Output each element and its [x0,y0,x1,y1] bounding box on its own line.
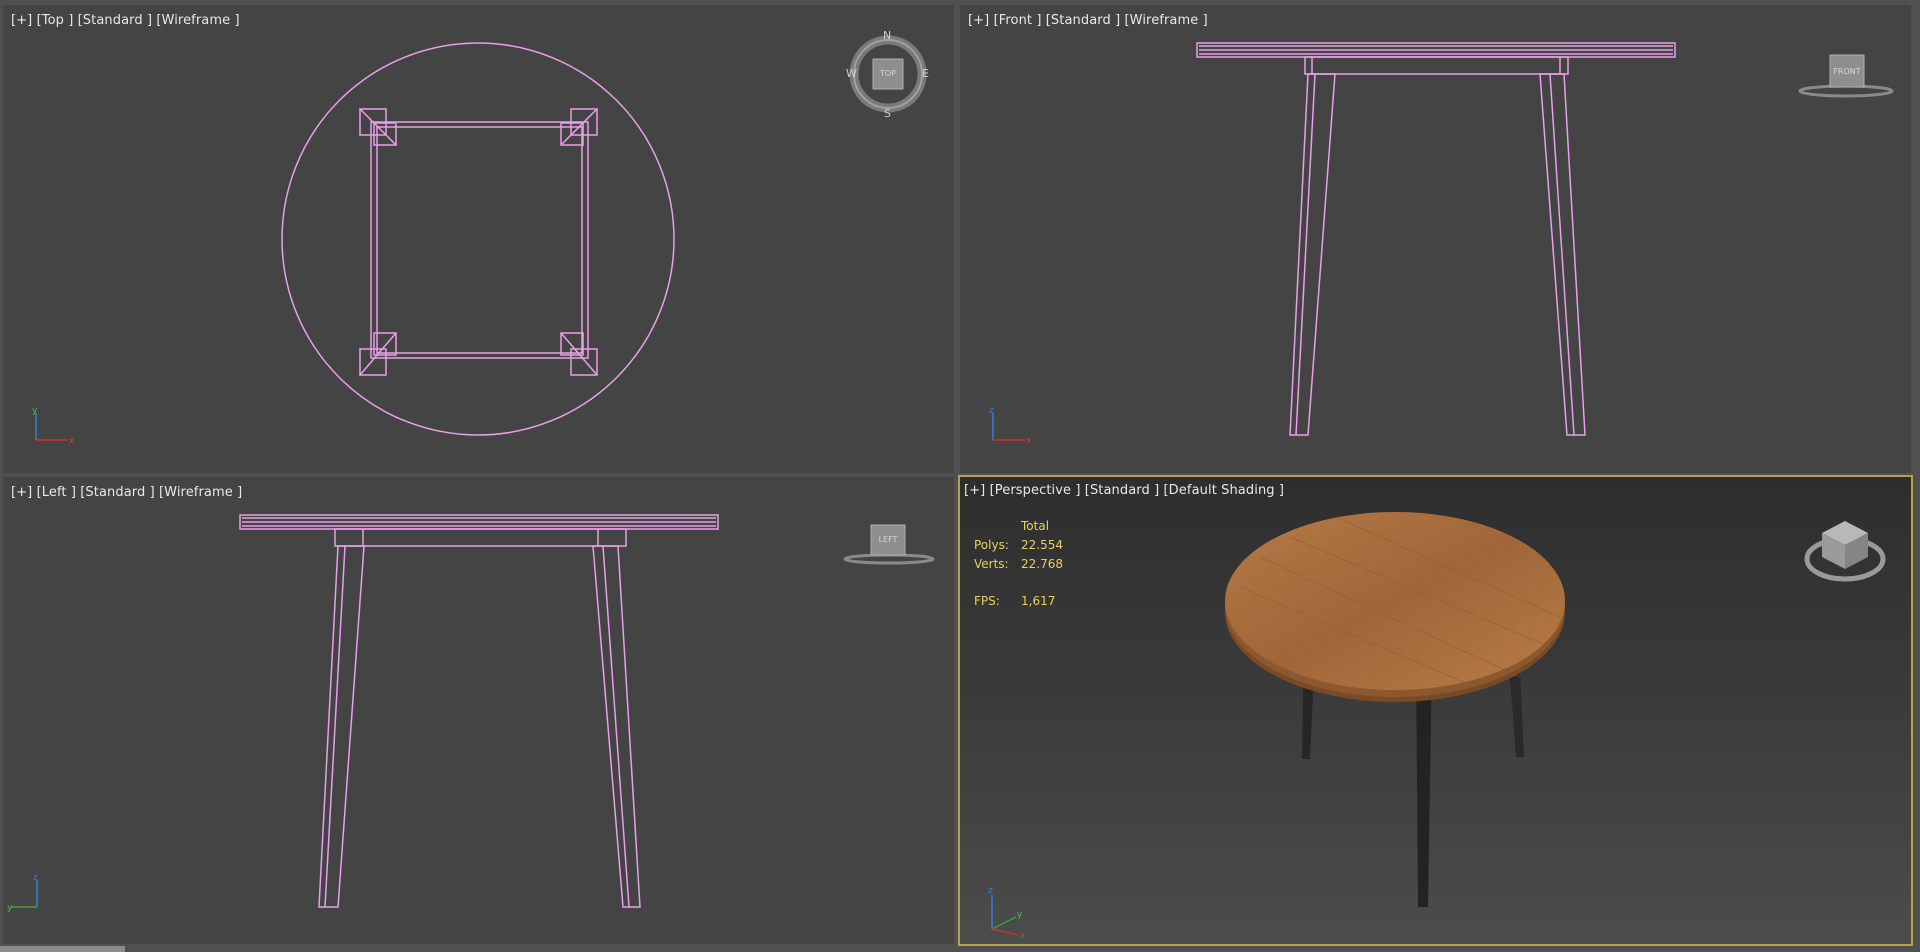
viewcube-front[interactable]: FRONT [1796,51,1896,101]
viewcube-perspective[interactable] [1802,511,1888,587]
axis-tripod-icon: z y x [988,886,1026,939]
left-wireframe-table [239,514,719,908]
axis-tripod-icon: z x [989,406,1032,446]
compass-n-label: N [883,29,892,42]
compass-s-label: S [884,107,891,120]
svg-text:y: y [1017,910,1023,920]
svg-text:y: y [32,406,38,416]
viewcube-icon [1798,54,1894,98]
status-bar-strip [0,946,125,952]
svg-text:z: z [988,886,993,896]
viewcube-left[interactable]: LEFT [841,523,937,567]
viewport-left[interactable]: [+] [Left ] [Standard ] [Wireframe ] LEF… [3,477,954,944]
svg-text:x: x [1026,436,1032,446]
svg-text:z: z [989,406,994,416]
front-wireframe-table [1196,42,1676,436]
svg-text:x: x [1020,931,1026,939]
viewcube-top[interactable]: TOP N S W E [846,27,930,121]
compass-w-label: W [846,67,857,80]
axis-tripod-icon: y x [32,406,75,446]
viewcube-icon [843,524,935,565]
svg-text:y: y [7,903,13,913]
top-wireframe-table [281,42,675,436]
viewport-front[interactable]: [+] [Front ] [Standard ] [Wireframe ] FR… [960,5,1911,473]
compass-e-label: E [922,67,929,80]
viewport-top[interactable]: [+] [Top ] [Standard ] [Wireframe ] TOP … [3,5,954,473]
viewcube-face-label: FRONT [1833,67,1861,76]
svg-text:z: z [33,873,38,883]
viewport-perspective[interactable]: [+] [Perspective ] [Standard ] [Default … [958,475,1913,946]
axis-tripod-icon: z y [7,873,38,913]
viewcube-3d-icon [1804,521,1886,582]
svg-text:x: x [69,436,75,446]
viewcube-face-label: LEFT [878,535,898,544]
viewcube-face-label: TOP [879,69,896,78]
perspective-shaded-table [1225,512,1565,907]
